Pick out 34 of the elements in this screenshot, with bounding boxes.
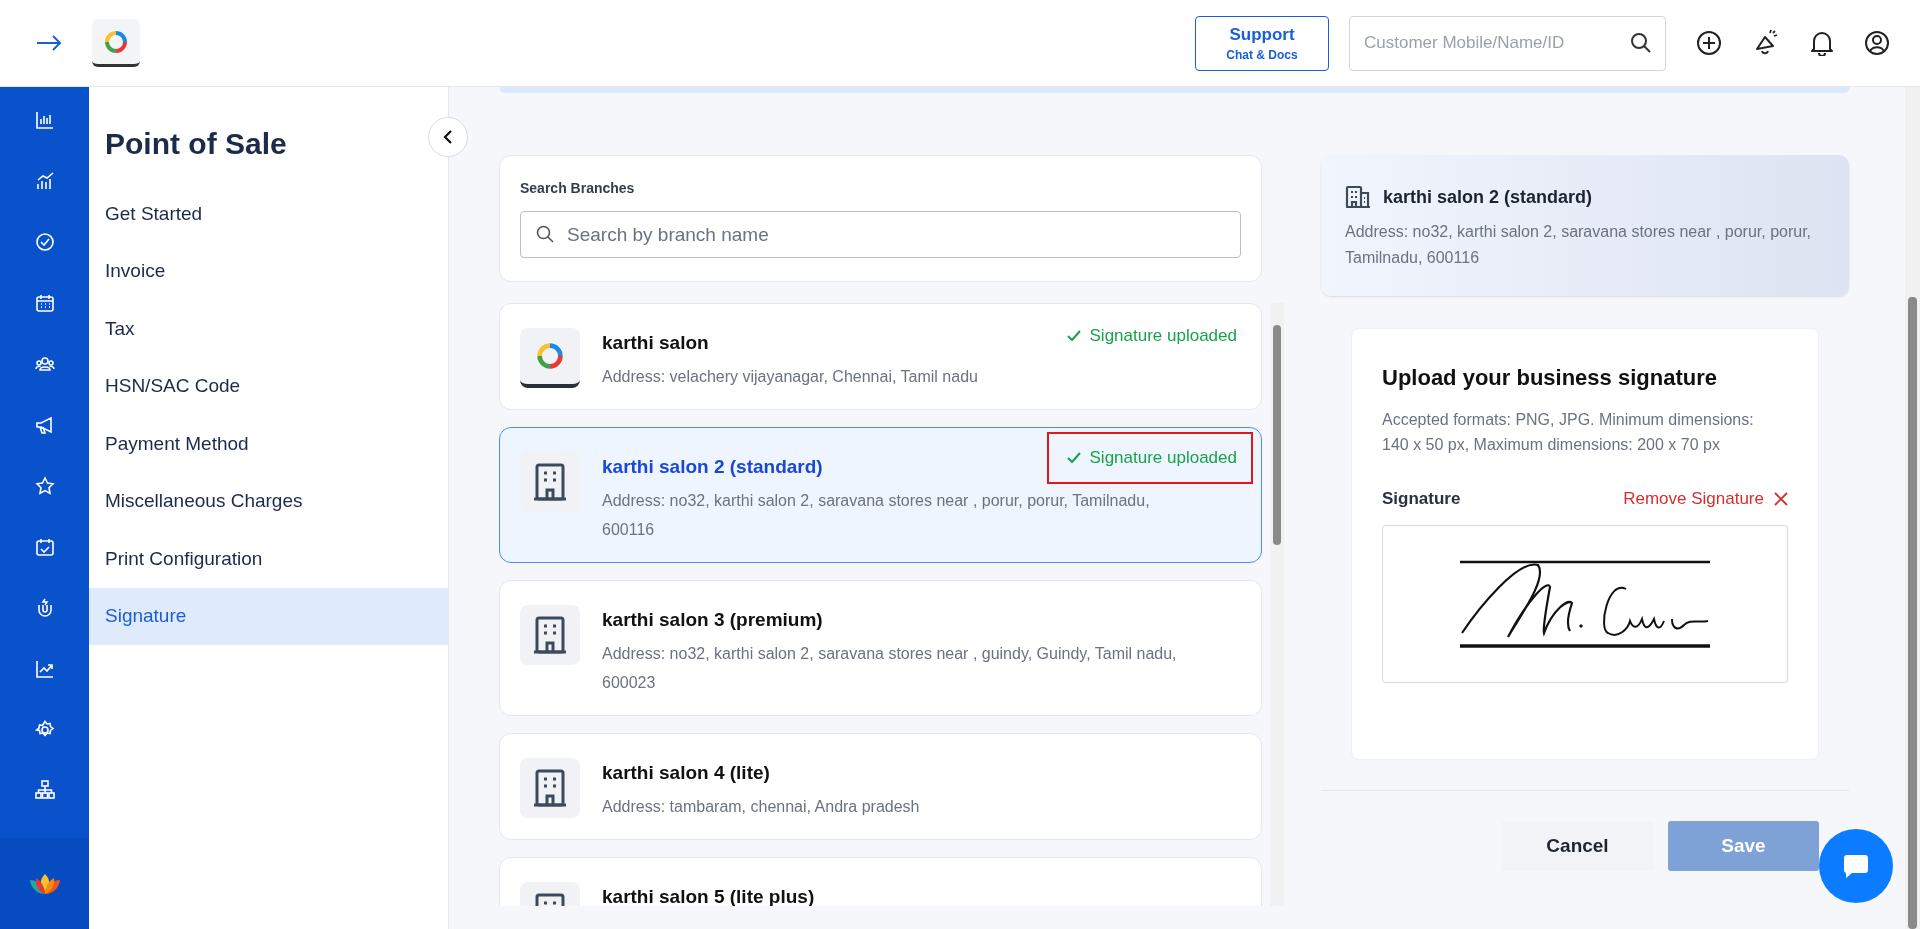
branch-search-field[interactable]: Search by branch name <box>520 211 1241 258</box>
sidebar-item[interactable]: Payment Method <box>89 415 448 473</box>
branch-address: Address: velachery vijayanagar, Chennai, Tamil nadu <box>602 367 979 387</box>
customer-search-field[interactable]: Customer Mobile/Name/ID <box>1349 15 1666 71</box>
branch-card[interactable]: karthi salon 4 (lite) Address: tambaram, chennai, Andra pradesh <box>499 733 1262 840</box>
format-hint: Accepted formats: PNG, JPG. Minimum dimensions: 140 x 50 px, Maximum dimensions: 200 x 70 px <box>1382 410 1755 455</box>
sidebar-title: Point of Sale <box>105 127 288 161</box>
sidebar-item[interactable]: Tax <box>89 300 448 358</box>
branch-name: karthi salon 2 (standard) <box>1383 186 1593 208</box>
branch-address: Address: tambaram, chennai, Andra pradesh <box>602 797 921 817</box>
field-label: Signature <box>1382 489 1461 509</box>
search-label: Search Branches <box>520 180 635 196</box>
branch-name: karthi salon <box>602 332 709 354</box>
upload-title: Upload your business signature <box>1382 365 1718 391</box>
branch-address: Address: no32, karthi salon 2, saravana stores near , guindy, Guindy, Tamil nadu, 600023 <box>602 644 1178 693</box>
sidebar-item[interactable]: HSN/SAC Code <box>89 357 448 415</box>
cancel-button[interactable]: Cancel <box>1502 821 1653 871</box>
branch-card[interactable]: karthi salon Signature uploaded Address: velachery vijayanagar, Chennai, Tamil nadu <box>499 303 1262 410</box>
sidebar-item[interactable]: Miscellaneous Charges <box>89 472 448 530</box>
branch-name: karthi salon 3 (premium) <box>602 609 823 631</box>
branch-name: karthi salon 4 (lite) <box>602 762 770 784</box>
sidebar-item[interactable]: Get Started <box>89 185 448 243</box>
signature-status: Signature uploaded <box>1046 432 1253 484</box>
branch-card[interactable]: karthi salon 2 (standard) Signature uploaded Address: no32, karthi salon 2, saravana stores near , porur, porur, Tamilnadu, 600116 <box>499 427 1262 563</box>
sidebar-item[interactable]: Signature <box>89 587 448 645</box>
sidebar-item[interactable]: Print Configuration <box>89 530 448 588</box>
signature-status: Signature uploaded <box>1066 326 1237 346</box>
branch-name: karthi salon 2 (standard) <box>602 456 823 478</box>
branch-address: Address: no32, karthi salon 2, saravana stores near , porur, porur, Tamilnadu, 600116 <box>602 491 1151 540</box>
sidebar-item[interactable]: Invoice <box>89 242 448 300</box>
remove-signature-link[interactable]: Remove Signature <box>1623 489 1788 509</box>
branch-address: Address: no32, karthi salon 2, saravana stores near , porur, porur, Tamilnadu, 600116 <box>1345 222 1813 268</box>
support-button[interactable]: Support Chat & Docs <box>1195 15 1329 71</box>
branch-card[interactable]: karthi salon 3 (premium) Address: no32, karthi salon 2, saravana stores near , guindy, Guindy, Tamil nadu, 600023 <box>499 580 1262 716</box>
